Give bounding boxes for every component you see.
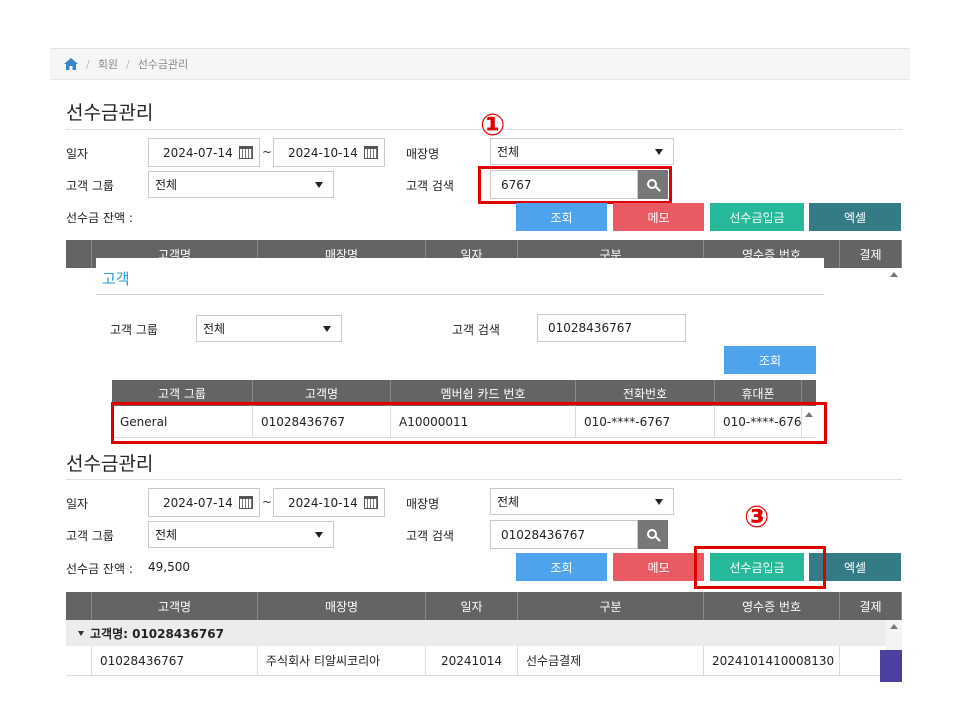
popup-search-label: 고객 검색	[452, 323, 500, 337]
search-button[interactable]: 조회	[516, 553, 607, 581]
column-header[interactable]: 결제	[840, 592, 902, 620]
column-header[interactable]: 구분	[518, 592, 704, 620]
store-select[interactable]: 전체	[490, 138, 674, 165]
store-select-value: 전체	[497, 495, 520, 509]
breadcrumb-separator: /	[86, 57, 90, 71]
breadcrumb-separator: /	[125, 57, 130, 71]
chevron-down-icon	[315, 181, 323, 188]
date-from-value: 2024-07-14	[163, 495, 233, 510]
highlight-box	[111, 402, 827, 444]
highlight-box	[478, 166, 672, 204]
title-divider	[66, 479, 902, 480]
column-header[interactable]: 매장명	[258, 592, 426, 620]
date-from-input[interactable]: 2024-07-14	[148, 488, 260, 517]
collapse-icon[interactable]	[78, 630, 84, 636]
popup-group-label: 고객 그룹	[110, 323, 158, 337]
balance-label: 선수금 잔액 :	[66, 211, 133, 225]
scroll-up-icon[interactable]	[890, 272, 898, 277]
customer-search-value: 01028436767	[501, 527, 585, 542]
header-spacer	[66, 592, 92, 620]
breadcrumb-item-prepaid: 선수금관리	[137, 58, 189, 71]
popup-search-button[interactable]: 조회	[724, 346, 816, 374]
customer-search-button[interactable]	[638, 520, 668, 549]
date-range-separator: ~	[262, 495, 273, 509]
cell-spacer	[66, 646, 92, 675]
customer-group-label: 고객 그룹	[66, 529, 114, 543]
date-from-input[interactable]: 2024-07-14	[148, 138, 260, 167]
customer-group-value: 전체	[155, 528, 178, 542]
customer-group-label: 고객 그룹	[66, 179, 114, 193]
prepaid-table-3: 고객명 매장명 일자 구분 영수증 번호 결제 고객명: 01028436767…	[66, 592, 902, 682]
chevron-down-icon	[323, 325, 331, 332]
breadcrumb: / 회원 / 선수금관리	[50, 48, 910, 80]
customer-search-input[interactable]: 01028436767	[490, 520, 638, 549]
date-to-value: 2024-10-14	[288, 495, 358, 510]
calendar-icon[interactable]	[364, 146, 378, 159]
customer-search-label: 고객 검색	[406, 529, 454, 543]
page-title: 선수금관리	[66, 102, 154, 124]
deposit-button[interactable]: 선수금입금	[710, 203, 804, 231]
popup-search-input[interactable]: 01028436767	[537, 314, 686, 342]
scroll-up-icon[interactable]	[890, 624, 898, 629]
store-label: 매장명	[406, 497, 440, 511]
calendar-icon[interactable]	[239, 146, 253, 159]
balance-value: 49,500	[148, 560, 190, 574]
group-row[interactable]: 고객명: 01028436767	[66, 620, 886, 646]
table-header: 고객명 매장명 일자 구분 영수증 번호 결제	[66, 592, 902, 620]
highlight-box	[694, 546, 826, 589]
date-to-input[interactable]: 2024-10-14	[273, 138, 385, 167]
chevron-down-icon	[655, 148, 663, 155]
search-icon	[647, 528, 657, 539]
popup-divider	[96, 294, 824, 295]
customer-group-select[interactable]: 전체	[148, 171, 334, 198]
store-label: 매장명	[406, 147, 440, 161]
annotation-step-1: ①	[480, 108, 506, 143]
store-select[interactable]: 전체	[490, 488, 674, 515]
table-row[interactable]: 01028436767 주식회사 티알씨코리아 20241014 선수금결제 2…	[66, 646, 886, 676]
popup-title: 고객	[102, 270, 130, 288]
popup-group-value: 전체	[203, 322, 226, 336]
chevron-down-icon	[655, 498, 663, 505]
floating-widget[interactable]	[880, 650, 902, 682]
header-spacer	[66, 240, 92, 268]
date-to-input[interactable]: 2024-10-14	[273, 488, 385, 517]
column-header[interactable]: 고객명	[92, 592, 258, 620]
popup-search-value: 01028436767	[548, 321, 632, 335]
customer-group-select[interactable]: 전체	[148, 521, 334, 548]
cell-receipt: 2024101410008130	[704, 646, 840, 675]
column-header[interactable]: 일자	[426, 592, 518, 620]
customer-group-value: 전체	[155, 178, 178, 192]
date-to-value: 2024-10-14	[288, 145, 358, 160]
search-button[interactable]: 조회	[516, 203, 607, 231]
date-label: 일자	[66, 147, 89, 161]
popup-group-select[interactable]: 전체	[196, 315, 342, 342]
breadcrumb-item-member[interactable]: 회원	[98, 56, 118, 72]
calendar-icon[interactable]	[364, 496, 378, 509]
cell-type: 선수금결제	[518, 646, 704, 675]
store-select-value: 전체	[497, 145, 520, 159]
page-title: 선수금관리	[66, 453, 154, 475]
home-icon[interactable]	[64, 58, 78, 70]
date-label: 일자	[66, 497, 89, 511]
chevron-down-icon	[315, 531, 323, 538]
calendar-icon[interactable]	[239, 496, 253, 509]
customer-search-label: 고객 검색	[406, 179, 454, 193]
column-header[interactable]: 영수증 번호	[704, 592, 840, 620]
annotation-step-3: ③	[744, 500, 770, 535]
balance-label: 선수금 잔액 :	[66, 562, 133, 576]
column-header[interactable]: 결제	[840, 240, 902, 268]
memo-button[interactable]: 메모	[613, 203, 704, 231]
date-from-value: 2024-07-14	[163, 145, 233, 160]
cell-name: 01028436767	[92, 646, 258, 675]
date-range-separator: ~	[262, 145, 273, 159]
memo-button[interactable]: 메모	[613, 553, 704, 581]
cell-store: 주식회사 티알씨코리아	[258, 646, 426, 675]
cell-date: 20241014	[426, 646, 518, 675]
group-row-label: 고객명: 01028436767	[90, 626, 224, 641]
excel-button[interactable]: 엑셀	[809, 203, 901, 231]
